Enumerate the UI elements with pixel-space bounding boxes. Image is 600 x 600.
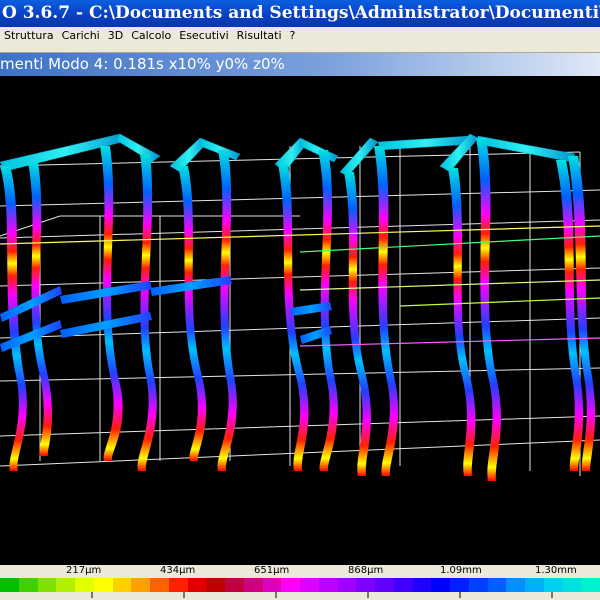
legend-label: 1.09mm (440, 565, 482, 576)
legend-color-bar (0, 578, 600, 592)
legend-swatch (300, 578, 319, 592)
legend-swatch (131, 578, 150, 592)
legend-swatch (525, 578, 544, 592)
legend-swatch (93, 578, 113, 592)
legend-swatch (393, 578, 413, 592)
3d-viewport[interactable] (0, 76, 600, 565)
legend-label: 651µm (254, 565, 290, 576)
window-title: O 3.6.7 - C:\Documents and Settings\Admi… (2, 3, 600, 23)
menu-carichi[interactable]: Carichi (58, 27, 104, 45)
menu-3d[interactable]: 3D (104, 27, 127, 45)
menu-bar: Struttura Carichi 3D Calcolo Esecutivi Risult… (0, 27, 600, 45)
legend-swatch (281, 578, 300, 592)
legend-label: 217µm (66, 565, 102, 576)
legend-swatch (543, 578, 563, 592)
color-legend: 217µm 434µm 651µm 868µm 1.09mm 1.30mm (0, 565, 600, 600)
legend-swatch (206, 578, 225, 592)
legend-swatch (262, 578, 282, 592)
legend-swatch (75, 578, 94, 592)
toolbar-separator (0, 45, 600, 53)
legend-swatch (450, 578, 469, 592)
legend-ticks (91, 592, 553, 598)
legend-labels: 217µm 434µm 651µm 868µm 1.09mm 1.30mm (0, 565, 600, 578)
legend-swatch (112, 578, 132, 592)
model-render (0, 133, 600, 481)
legend-swatch (18, 578, 38, 592)
legend-swatch (506, 578, 525, 592)
floor-beams (0, 276, 332, 352)
legend-swatch (168, 578, 188, 592)
legend-swatch (56, 578, 75, 592)
menu-risultati[interactable]: Risultati (233, 27, 286, 45)
legend-swatch (187, 578, 207, 592)
legend-swatch (243, 578, 263, 592)
legend-swatch (487, 578, 507, 592)
viewport-header: menti Modo 4: 0.181s x10% y0% z0% (0, 53, 600, 76)
mode-title: menti Modo 4: 0.181s x10% y0% z0% (0, 55, 285, 73)
legend-label: 1.30mm (535, 565, 577, 576)
legend-label: 434µm (160, 565, 196, 576)
legend-swatch (318, 578, 338, 592)
menu-esecutivi[interactable]: Esecutivi (175, 27, 232, 45)
legend-swatch (581, 578, 600, 592)
legend-swatch (562, 578, 582, 592)
legend-swatch (150, 578, 169, 592)
window-titlebar[interactable]: O 3.6.7 - C:\Documents and Settings\Admi… (0, 0, 600, 27)
legend-swatch (412, 578, 432, 592)
menu-help[interactable]: ? (286, 27, 300, 45)
legend-label: 868µm (348, 565, 384, 576)
legend-swatch (356, 578, 375, 592)
legend-swatch (468, 578, 488, 592)
legend-swatch (431, 578, 450, 592)
menu-struttura[interactable]: Struttura (0, 27, 58, 45)
legend-swatch (225, 578, 244, 592)
legend-swatch (375, 578, 394, 592)
legend-swatch (37, 578, 57, 592)
legend-swatch (337, 578, 357, 592)
legend-swatch (0, 578, 19, 592)
menu-calcolo[interactable]: Calcolo (127, 27, 175, 45)
